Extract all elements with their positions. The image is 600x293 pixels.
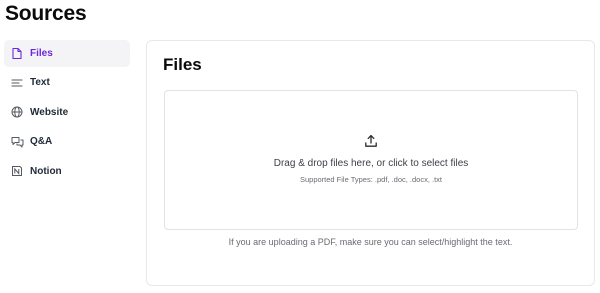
sidebar-item-notion[interactable]: Notion <box>4 158 130 185</box>
sidebar-item-text[interactable]: Text <box>4 69 130 96</box>
notion-icon <box>10 164 24 178</box>
sidebar-item-label: Text <box>30 77 50 89</box>
dropzone-instructions: Drag & drop files here, or click to sele… <box>273 158 469 169</box>
pdf-note: If you are uploading a PDF, make sure yo… <box>228 237 513 247</box>
text-lines-icon <box>10 76 24 90</box>
chat-bubbles-icon <box>10 135 24 149</box>
sidebar-item-qa[interactable]: Q&A <box>4 128 130 155</box>
sidebar-item-label: Website <box>30 106 69 118</box>
panel-title: Files <box>163 55 202 74</box>
sidebar-item-website[interactable]: Website <box>4 99 130 126</box>
file-dropzone[interactable]: Drag & drop files here, or click to sele… <box>164 90 578 230</box>
sidebar-item-label: Files <box>30 48 53 59</box>
page-title: Sources <box>5 2 87 25</box>
sources-page: Sources Files Text Website Q&A Notion Fi… <box>0 0 600 293</box>
upload-icon <box>364 134 378 148</box>
sources-sidebar: Files Text Website Q&A Notion <box>4 40 130 187</box>
sidebar-item-files[interactable]: Files <box>4 40 130 67</box>
supported-file-types: Supported File Types: .pdf, .doc, .docx,… <box>299 175 443 184</box>
globe-icon <box>10 105 24 119</box>
sidebar-item-label: Notion <box>30 165 62 177</box>
file-icon <box>10 47 24 61</box>
files-panel: Files Drag & drop files here, or click t… <box>146 40 595 286</box>
sidebar-item-label: Q&A <box>30 136 53 148</box>
